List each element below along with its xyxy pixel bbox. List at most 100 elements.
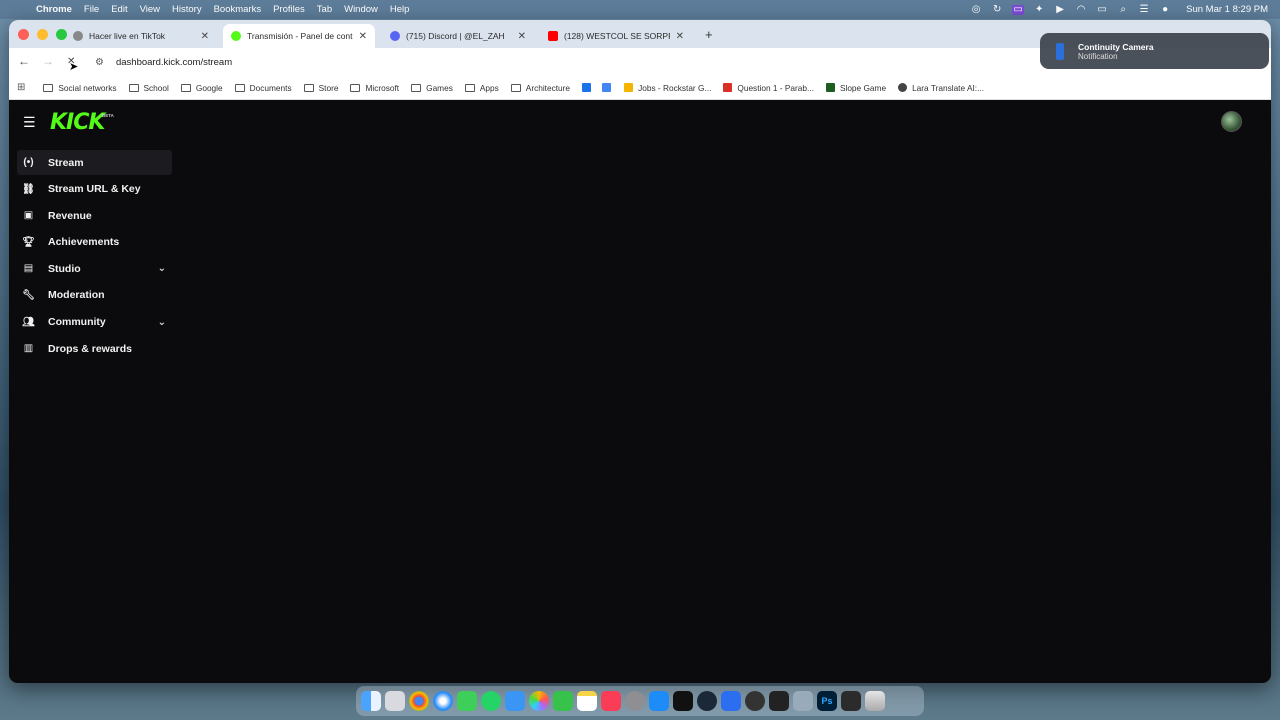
sidebar-item-community[interactable]: 👥︎ Community ⌄ <box>17 310 172 335</box>
bookmark-site[interactable] <box>602 83 616 92</box>
finder-icon[interactable] <box>361 691 381 711</box>
obs-icon[interactable] <box>745 691 765 711</box>
close-window-button[interactable] <box>18 29 29 40</box>
minimize-window-button[interactable] <box>37 29 48 40</box>
tab-kick-dashboard[interactable]: Transmisión - Panel de contro ✕ <box>223 24 375 48</box>
chrome-icon[interactable] <box>409 691 429 711</box>
folder-icon <box>411 83 422 92</box>
gift-icon: ▥ <box>23 343 34 355</box>
terminal-icon[interactable] <box>841 691 861 711</box>
photoshop-icon[interactable]: Ps <box>817 691 837 711</box>
users-icon: 👥︎ <box>22 316 35 328</box>
bookmark-folder[interactable]: Microsoft <box>350 83 399 93</box>
menu-edit[interactable]: Edit <box>111 4 127 15</box>
menu-app-name[interactable]: Chrome <box>36 4 72 15</box>
screen-recorder-icon[interactable]: ▭ <box>1012 4 1025 15</box>
address-bar[interactable]: ⚙ dashboard.kick.com/stream <box>89 52 1119 73</box>
whatsapp-icon[interactable] <box>481 691 501 711</box>
battery-icon[interactable]: ▭ <box>1096 4 1108 15</box>
site-settings-icon[interactable]: ⚙ <box>95 57 104 68</box>
menu-help[interactable]: Help <box>390 4 410 15</box>
tab-close-icon[interactable]: ✕ <box>201 31 209 42</box>
kick-logo[interactable]: KICK <box>50 110 105 135</box>
tab-tiktok[interactable]: Hacer live en TikTok ✕ <box>65 24 217 48</box>
menu-bookmarks[interactable]: Bookmarks <box>214 4 262 15</box>
tab-close-icon[interactable]: ✕ <box>676 31 684 42</box>
sidebar-item-label: Moderation <box>48 289 105 302</box>
site-favicon-icon <box>602 83 612 92</box>
menu-tab[interactable]: Tab <box>317 4 332 15</box>
bookmarks-bar: ⊞ Social networks School Google Document… <box>9 76 1271 100</box>
notes-icon[interactable] <box>577 691 597 711</box>
radio-icon: (•) <box>23 157 34 168</box>
mail-icon[interactable] <box>505 691 525 711</box>
new-tab-icon[interactable]: + <box>705 27 713 42</box>
spotlight-search-icon[interactable]: ⌕ <box>1117 4 1129 15</box>
sidebar-item-stream[interactable]: (•) Stream <box>17 150 172 175</box>
menu-profiles[interactable]: Profiles <box>273 4 305 15</box>
steam-icon[interactable] <box>697 691 717 711</box>
bookmark-folder[interactable]: Games <box>411 83 453 93</box>
sidebar-item-label: Studio <box>48 262 81 275</box>
chevron-down-icon[interactable]: ⌄ <box>158 263 166 274</box>
url-text[interactable]: dashboard.kick.com/stream <box>116 57 232 68</box>
bookmark-folder[interactable]: Architecture <box>510 83 570 93</box>
sparkle-icon[interactable]: ✦ <box>1033 4 1045 15</box>
play-circle-icon[interactable]: ▶ <box>1054 4 1066 15</box>
sidebar-item-revenue[interactable]: ▣ Revenue <box>17 203 172 228</box>
sidebar-item-studio[interactable]: ▤ Studio ⌄ <box>17 256 172 281</box>
folder-icon <box>180 83 191 92</box>
preview-icon[interactable] <box>793 691 813 711</box>
bookmark-folder[interactable]: Google <box>180 83 223 93</box>
bookmark-folder[interactable]: Store <box>303 83 338 93</box>
photos-icon[interactable] <box>529 691 549 711</box>
menu-history[interactable]: History <box>172 4 202 15</box>
menu-view[interactable]: View <box>140 4 160 15</box>
tab-youtube[interactable]: (128) WESTCOL SE SORPRE ✕ <box>540 24 692 48</box>
safari-icon[interactable] <box>433 691 453 711</box>
menu-window[interactable]: Window <box>344 4 378 15</box>
control-center-icon[interactable]: ☰ <box>1138 4 1150 15</box>
siri-icon[interactable]: ● <box>1159 4 1171 15</box>
bookmark-site[interactable]: Jobs - Rockstar G... <box>624 83 711 93</box>
sidebar-item-drops-rewards[interactable]: ▥ Drops & rewards <box>17 336 172 361</box>
tab-discord[interactable]: (715) Discord | @EL_ZAH ✕ <box>382 24 534 48</box>
chevron-down-icon[interactable]: ⌄ <box>158 317 166 328</box>
macos-menu-bar: Chrome File Edit View History Bookmarks … <box>0 0 1280 19</box>
sync-icon[interactable]: ↻ <box>991 4 1003 15</box>
wifi-icon[interactable]: ◠ <box>1075 4 1087 15</box>
apps-grid-icon[interactable]: ⊞ <box>17 82 25 93</box>
menu-clock[interactable]: Sun Mar 1 8:29 PM <box>1186 4 1268 15</box>
bookmark-folder[interactable]: Apps <box>464 83 499 93</box>
hamburger-menu-icon[interactable]: ☰ <box>23 114 36 131</box>
capcut-icon[interactable] <box>673 691 693 711</box>
bookmark-folder[interactable]: Documents <box>234 83 292 93</box>
tab-close-icon[interactable]: ✕ <box>518 31 526 42</box>
notification-banner[interactable]: Continuity Camera Notification <box>1040 33 1269 69</box>
sidebar-item-stream-url-key[interactable]: ⛓ Stream URL & Key <box>17 177 172 202</box>
activity-monitor-icon[interactable] <box>769 691 789 711</box>
link-icon: ⛓ <box>22 183 35 195</box>
tab-close-icon[interactable]: ✕ <box>359 31 367 42</box>
creative-cloud-icon[interactable]: ◎ <box>970 4 982 15</box>
menu-file[interactable]: File <box>84 4 99 15</box>
bookmark-folder[interactable]: School <box>128 83 169 93</box>
bookmark-site[interactable]: Slope Game <box>825 83 886 93</box>
xcode-icon[interactable] <box>721 691 741 711</box>
sidebar-item-achievements[interactable]: 🏆︎ Achievements <box>17 230 172 255</box>
sidebar-item-moderation[interactable]: 🔧︎ Moderation <box>17 283 172 308</box>
system-settings-icon[interactable] <box>625 691 645 711</box>
bookmark-site[interactable]: Lara Translate AI:... <box>898 83 984 93</box>
bookmark-site[interactable]: Question 1 - Parab... <box>723 83 814 93</box>
trash-icon[interactable] <box>865 691 885 711</box>
bookmark-site[interactable] <box>582 83 596 92</box>
music-icon[interactable] <box>601 691 621 711</box>
bookmark-folder[interactable]: Social networks <box>43 83 117 93</box>
back-icon[interactable]: ← <box>18 54 30 68</box>
messages-icon[interactable] <box>457 691 477 711</box>
facetime-icon[interactable] <box>553 691 573 711</box>
user-avatar[interactable] <box>1221 111 1242 132</box>
app-store-icon[interactable] <box>649 691 669 711</box>
launchpad-icon[interactable] <box>385 691 405 711</box>
forward-icon[interactable]: → <box>42 54 54 68</box>
